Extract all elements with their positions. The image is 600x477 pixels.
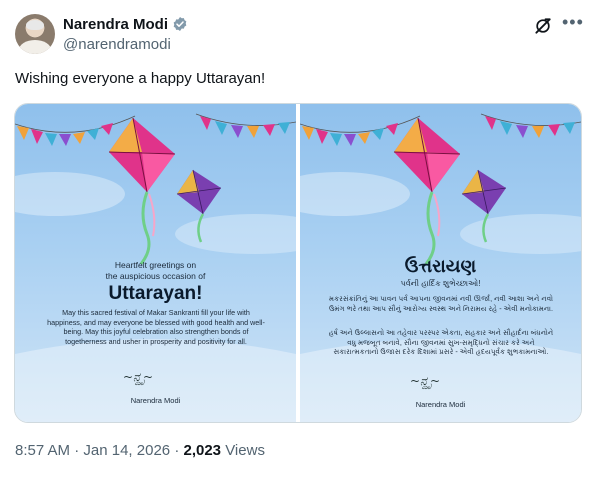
verified-badge-icon — [173, 17, 187, 31]
views-count: 2,023 — [183, 442, 222, 459]
avatar[interactable] — [15, 14, 55, 54]
signature-mark: ~ನ್ದೃ~ — [410, 374, 441, 388]
author-name[interactable]: Narendra Modi — [63, 16, 168, 33]
greeting-paragraph-1: મકરસંક્રાંતિનું આ પાવન પર્વ આપના જીવનમાં… — [328, 294, 554, 313]
greeting-title-gujarati: ઉત્તરાયણ — [404, 256, 477, 276]
tweet-time[interactable]: 8:57 AM — [15, 442, 70, 459]
tweet-date[interactable]: Jan 14, 2026 — [83, 442, 170, 459]
greeting-title: Uttarayan! — [108, 283, 203, 304]
greeting-subtitle-gujarati: પર્વની હાર્દિક શુભેચ્છાઓ! — [400, 279, 481, 288]
meta-separator: · — [74, 442, 80, 459]
signature-name: Narendra Modi — [130, 396, 181, 405]
tweet: Narendra Modi @narendramodi ••• Wishing … — [0, 0, 600, 477]
grok-icon[interactable] — [533, 16, 553, 36]
views-label: Views — [225, 442, 265, 459]
greeting-line-2: the auspicious occasion of — [105, 271, 206, 281]
greeting-paragraph-2: હર્ષ અને ઉલ્લાસનો આ તહેવાર પરસ્પર એકતા, … — [328, 328, 554, 357]
tweet-text: Wishing everyone a happy Uttarayan! — [15, 70, 266, 87]
tweet-meta: 8:57 AM · Jan 14, 2026 · 2,023 Views — [15, 442, 265, 459]
signature-name: Narendra Modi — [415, 400, 466, 409]
more-options-icon[interactable]: ••• — [562, 12, 584, 33]
media-image-gujarati[interactable]: ઉત્તરાયણ પર્વની હાર્દિક શુભેચ્છાઓ! મકરસં… — [300, 104, 581, 422]
greeting-message: May this sacred festival of Makar Sankra… — [47, 308, 265, 346]
tweet-media[interactable]: Heartfelt greetings on the auspicious oc… — [14, 103, 582, 423]
greeting-line-1: Heartfelt greetings on — [114, 260, 197, 270]
media-image-english[interactable]: Heartfelt greetings on the auspicious oc… — [15, 104, 296, 422]
author-handle[interactable]: @narendramodi — [63, 36, 171, 53]
meta-separator: · — [174, 442, 180, 459]
signature-mark: ~ನ್ದೃ~ — [123, 370, 154, 384]
